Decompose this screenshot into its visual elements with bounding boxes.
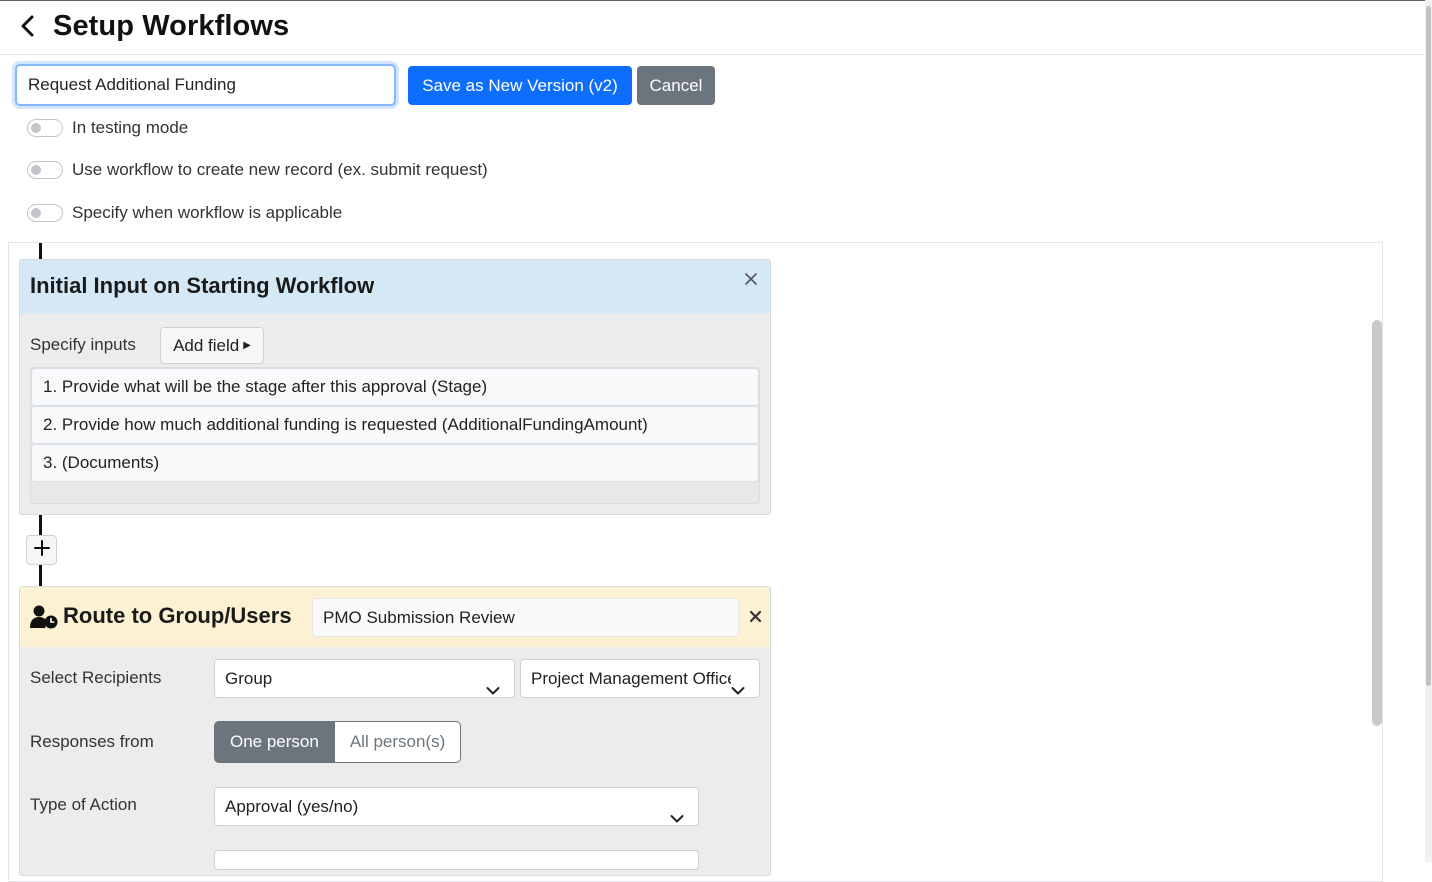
route-card-header: Route to Group/Users <box>20 587 770 647</box>
cancel-button[interactable]: Cancel <box>637 66 715 105</box>
chevron-down-icon <box>486 672 500 697</box>
page-scrollbar[interactable] <box>1425 0 1432 862</box>
one-person-option[interactable]: One person <box>214 721 335 763</box>
recipient-group-value: Project Management Office <box>531 669 737 688</box>
all-persons-option[interactable]: All person(s) <box>334 721 462 763</box>
action-type-select[interactable]: Approval (yes/no) <box>214 787 699 826</box>
chevron-down-icon <box>731 672 745 697</box>
toggle-knob <box>31 123 41 133</box>
create-record-label: Use workflow to create new record (ex. s… <box>72 160 488 179</box>
save-new-version-button[interactable]: Save as New Version (v2) <box>408 66 632 105</box>
specify-inputs-label: Specify inputs <box>30 335 136 354</box>
workflow-name-input[interactable] <box>15 64 396 106</box>
chevron-down-icon <box>670 800 684 825</box>
initial-input-card-title: Initial Input on Starting Workflow <box>30 273 375 298</box>
responses-from-toggle-group: One person All person(s) <box>214 721 462 763</box>
route-card: Route to Group/Users Select Recipients G… <box>19 586 771 876</box>
chevron-left-icon <box>20 15 36 42</box>
close-icon[interactable] <box>749 610 762 628</box>
testing-mode-toggle[interactable] <box>27 119 63 137</box>
step-name-input[interactable] <box>312 598 739 637</box>
select-recipients-label: Select Recipients <box>30 668 162 687</box>
caret-right-icon: ▶ <box>243 340 251 351</box>
toggle-knob <box>31 165 41 175</box>
add-field-label: Add field <box>173 335 240 355</box>
input-field-item[interactable]: 2. Provide how much additional funding i… <box>31 406 759 444</box>
testing-mode-label: In testing mode <box>72 118 189 137</box>
add-field-button[interactable]: Add field ▶ <box>160 327 264 364</box>
recipient-type-value: Group <box>225 669 273 688</box>
toggle-knob <box>31 208 41 218</box>
applicable-toggle[interactable] <box>27 204 63 222</box>
create-record-toggle[interactable] <box>27 161 63 179</box>
user-clock-icon <box>30 605 58 634</box>
recipient-type-select[interactable]: Group <box>214 659 515 698</box>
route-card-title: Route to Group/Users <box>63 603 292 628</box>
recipient-group-select[interactable]: Project Management Office <box>520 659 760 698</box>
canvas-scrollbar[interactable] <box>1372 320 1382 726</box>
applicable-row: Specify when workflow is applicable <box>27 203 342 223</box>
initial-input-card-header: Initial Input on Starting Workflow <box>20 260 770 314</box>
page-scrollbar-thumb[interactable] <box>1426 6 1431 686</box>
type-of-action-label: Type of Action <box>30 795 137 814</box>
testing-mode-row: In testing mode <box>27 118 188 138</box>
responses-from-label: Responses from <box>30 732 154 751</box>
input-field-list: 1. Provide what will be the stage after … <box>30 367 760 504</box>
back-button[interactable] <box>16 15 40 41</box>
create-record-row: Use workflow to create new record (ex. s… <box>27 160 488 180</box>
initial-input-card: Initial Input on Starting Workflow Speci… <box>19 259 771 515</box>
flow-connector <box>39 565 42 587</box>
page-title: Setup Workflows <box>53 10 290 42</box>
input-field-item[interactable]: 3. (Documents) <box>31 444 759 482</box>
plus-icon <box>33 539 50 561</box>
action-type-value: Approval (yes/no) <box>225 797 359 816</box>
next-select-partial[interactable] <box>214 850 699 870</box>
flow-connector <box>39 243 42 260</box>
input-field-item[interactable]: 1. Provide what will be the stage after … <box>31 368 759 406</box>
applicable-label: Specify when workflow is applicable <box>72 203 343 222</box>
page-header: Setup Workflows <box>0 1 1425 55</box>
add-step-button[interactable] <box>26 535 57 565</box>
close-icon[interactable] <box>744 272 758 291</box>
flow-connector <box>39 515 42 535</box>
